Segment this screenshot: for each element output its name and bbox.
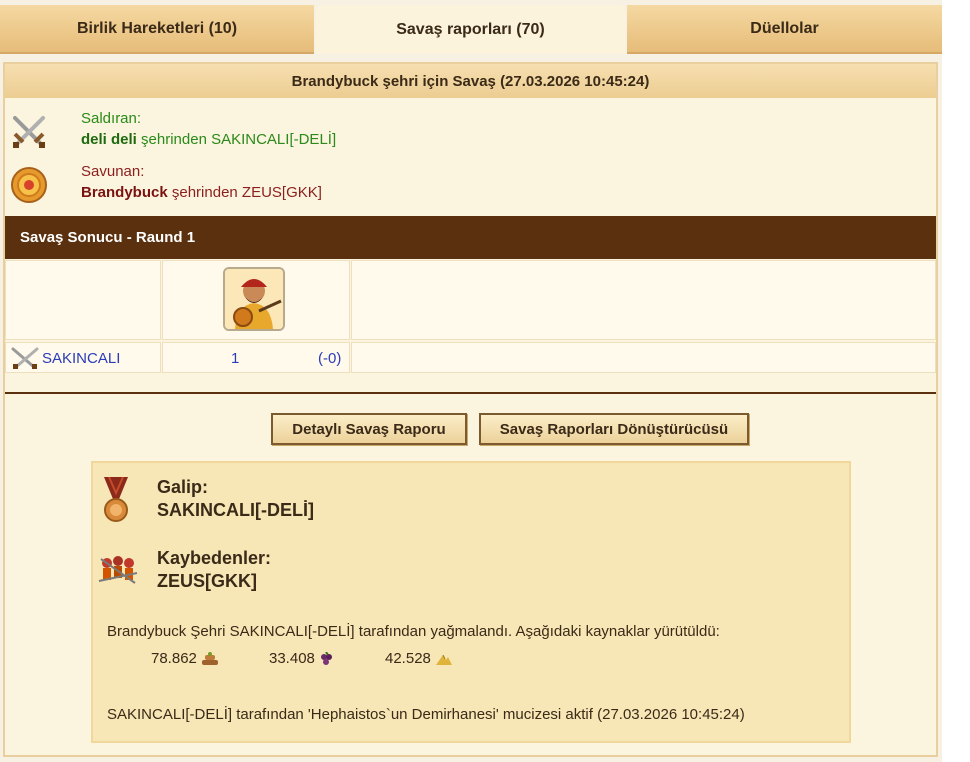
player-name-link[interactable]: SAKINCALI (42, 350, 120, 367)
attacker-section: Saldıran: deli deli şehrinden SAKINCALI[… (5, 108, 936, 156)
attacker-label: Saldıran: (81, 110, 142, 127)
wood-icon (201, 651, 218, 665)
losers-label: Kaybedenler: (157, 548, 272, 568)
tab-bar: Birlik Hareketleri (10) Savaş raporları … (0, 5, 942, 54)
attacker-city[interactable]: deli deli (81, 131, 137, 148)
plundered-wine: 33.408 (269, 650, 335, 667)
unit-count: 1 (231, 350, 240, 367)
unit-image-cell (162, 260, 350, 340)
tab-battle-reports[interactable]: Savaş raporları (70) (316, 5, 625, 54)
round-header: Savaş Sonucu - Raund 1 (5, 216, 936, 259)
plundered-wood: 78.862 (151, 650, 219, 667)
defender-label: Savunan: (81, 163, 145, 180)
tab-troop-movements[interactable]: Birlik Hareketleri (10) (0, 5, 314, 54)
defender-info: Brandybuck şehrinden ZEUS[GKK] (81, 184, 322, 201)
unit-row-filler (351, 342, 936, 373)
attacker-info: deli deli şehrinden SAKINCALI[-DELİ] (81, 131, 336, 148)
wood-amount: 78.862 (151, 650, 197, 667)
report-converter-button[interactable]: Savaş Raporları Dönüştürücüsü (479, 413, 749, 445)
battle-report-panel: Brandybuck şehri için Savaş (27.03.2026 … (3, 62, 938, 757)
hoplite-unit-icon[interactable] (223, 267, 285, 331)
attacker-player: şehrinden SAKINCALI[-DELİ] (136, 131, 337, 148)
loser-name: ZEUS[GKK] (157, 571, 257, 591)
plunder-message: Brandybuck Şehri SAKINCALI[-DELİ] tarafı… (107, 623, 720, 640)
winner-name: SAKINCALI[-DELİ] (157, 500, 314, 520)
player-cell: SAKINCALI (5, 342, 161, 373)
defender-player: şehrinden ZEUS[GKK] (167, 184, 322, 201)
plundered-sulfur: 42.528 (385, 650, 453, 667)
sulfur-amount: 42.528 (385, 650, 431, 667)
defender-city[interactable]: Brandybuck (81, 184, 168, 201)
detailed-report-button[interactable]: Detaylı Savaş Raporu (271, 413, 467, 445)
shield-icon (11, 167, 47, 203)
wine-icon (320, 651, 332, 665)
wonder-status-message: SAKINCALI[-DELİ] tarafından 'Hephaistos`… (107, 706, 745, 723)
winner-label: Galip: (157, 477, 209, 497)
page-margin (942, 0, 970, 762)
tab-duels[interactable]: Düellolar (627, 5, 942, 54)
unit-loss: (-0) (318, 350, 342, 367)
crossed-swords-icon (11, 347, 39, 369)
crossed-swords-icon (13, 116, 45, 148)
defender-section: Savunan: Brandybuck şehrinden ZEUS[GKK] (5, 161, 936, 209)
divider (5, 392, 936, 394)
battle-result-box: Galip: SAKINCALI[-DELİ] Kaybedenler: ZEU… (91, 461, 851, 743)
wine-amount: 33.408 (269, 650, 315, 667)
sulfur-icon (435, 654, 452, 665)
unit-grid-filler (351, 260, 936, 340)
unit-grid-empty-cell (5, 260, 161, 340)
defeated-soldiers-icon (98, 556, 138, 584)
medal-icon (104, 477, 128, 522)
report-title: Brandybuck şehri için Savaş (27.03.2026 … (5, 64, 936, 98)
unit-count-cell: 1 (-0) (162, 342, 350, 373)
